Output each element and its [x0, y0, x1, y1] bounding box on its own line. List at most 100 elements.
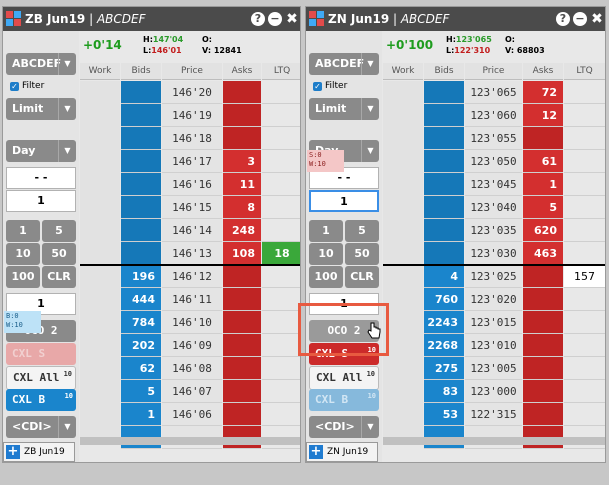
cancel-buys-button[interactable]: CXL B 10 — [309, 389, 379, 411]
ask-cell[interactable] — [523, 311, 563, 334]
price-cell[interactable]: 146'11 — [162, 288, 222, 311]
ask-cell[interactable] — [223, 311, 261, 334]
price-cell[interactable]: 146'14 — [162, 219, 222, 242]
bid-cell[interactable] — [424, 81, 464, 104]
price-cell[interactable]: 146'09 — [162, 334, 222, 357]
quantity-input[interactable]: 1 — [6, 190, 76, 212]
bid-cell[interactable]: 4 — [424, 265, 464, 288]
asks-column[interactable]: 3 11 8 248 108 — [223, 81, 261, 449]
minimize-icon[interactable]: − — [573, 12, 587, 26]
bid-cell[interactable]: 83 — [424, 380, 464, 403]
qty-100-button[interactable]: 100 — [6, 266, 40, 288]
ask-cell[interactable] — [223, 403, 261, 426]
price-cell[interactable]: 146'20 — [162, 81, 222, 104]
bid-cell[interactable] — [121, 173, 161, 196]
order-type-dropdown[interactable]: Limit ▼ — [6, 98, 76, 120]
ask-cell[interactable] — [523, 403, 563, 426]
price-cell[interactable]: 123'040 — [465, 196, 522, 219]
price-cell[interactable]: 146'18 — [162, 127, 222, 150]
ask-cell[interactable] — [523, 265, 563, 288]
price-cell[interactable]: 146'12 — [162, 265, 222, 288]
bid-cell[interactable]: 2268 — [424, 334, 464, 357]
cdi-dropdown[interactable]: <CDI> ▼ — [309, 416, 379, 438]
filter-checkbox[interactable]: ✓ — [313, 82, 322, 91]
price-cell[interactable]: 123'010 — [465, 334, 522, 357]
ask-cell[interactable] — [223, 81, 261, 104]
asks-column[interactable]: 72 12 61 1 5 620 463 — [523, 81, 563, 449]
price-cell[interactable]: 146'15 — [162, 196, 222, 219]
add-tab-icon[interactable]: + — [309, 445, 323, 459]
bid-cell[interactable]: 5 — [121, 380, 161, 403]
ask-cell[interactable] — [223, 104, 261, 127]
price-cell[interactable]: 123'030 — [465, 242, 522, 265]
bid-cell[interactable]: 760 — [424, 288, 464, 311]
ask-cell[interactable] — [223, 127, 261, 150]
qty-1-button[interactable]: 1 — [309, 220, 343, 242]
price-cell[interactable]: 146'07 — [162, 380, 222, 403]
price-input[interactable]: - - — [6, 167, 76, 189]
price-cell[interactable]: 123'020 — [465, 288, 522, 311]
qty-10-button[interactable]: 10 — [6, 243, 40, 265]
qty-5-button[interactable]: 5 — [42, 220, 76, 242]
ask-cell[interactable] — [223, 357, 261, 380]
ask-cell[interactable]: 11 — [223, 173, 261, 196]
ask-cell[interactable] — [223, 380, 261, 403]
ask-cell[interactable] — [223, 265, 261, 288]
account-dropdown[interactable]: ABCDEF ▼ — [309, 53, 379, 75]
price-cell[interactable]: 123'035 — [465, 219, 522, 242]
help-icon[interactable]: ? — [251, 12, 265, 26]
price-cell[interactable]: 123'050 — [465, 150, 522, 173]
bid-cell[interactable] — [121, 104, 161, 127]
bid-cell[interactable] — [424, 173, 464, 196]
price-cell[interactable]: 146'16 — [162, 173, 222, 196]
bid-cell[interactable] — [424, 242, 464, 265]
horizontal-scrollbar[interactable] — [80, 437, 300, 445]
bid-cell[interactable]: 444 — [121, 288, 161, 311]
price-cell[interactable]: 123'055 — [465, 127, 522, 150]
close-icon[interactable]: ✖ — [285, 10, 299, 28]
ask-cell[interactable] — [223, 288, 261, 311]
bid-cell[interactable] — [424, 219, 464, 242]
price-cell[interactable]: 122'315 — [465, 403, 522, 426]
price-cell[interactable]: 123'000 — [465, 380, 522, 403]
bid-cell[interactable]: 62 — [121, 357, 161, 380]
work-column[interactable] — [383, 81, 423, 441]
bid-cell[interactable] — [121, 219, 161, 242]
ask-cell[interactable]: 248 — [223, 219, 261, 242]
work-column[interactable] — [80, 81, 120, 441]
price-cell[interactable]: 123'045 — [465, 173, 522, 196]
title-bar[interactable]: ZN Jun19 | ABCDEF ? − ✖ — [306, 7, 605, 31]
bid-cell[interactable] — [424, 150, 464, 173]
price-cell[interactable]: 123'065 — [465, 81, 522, 104]
bids-column[interactable]: 4 760 2243 2268 275 83 53 — [424, 81, 464, 449]
ask-cell[interactable]: 8 — [223, 196, 261, 219]
title-bar[interactable]: ZB Jun19 | ABCDEF ? − ✖ — [3, 7, 300, 31]
tif-dropdown[interactable]: Day ▼ — [6, 140, 76, 162]
filter-checkbox[interactable]: ✓ — [10, 82, 19, 91]
price-cell[interactable]: 123'005 — [465, 357, 522, 380]
minimize-icon[interactable]: − — [268, 12, 282, 26]
qty-5-button[interactable]: 5 — [345, 220, 379, 242]
bid-cell[interactable]: 784 — [121, 311, 161, 334]
ask-cell[interactable] — [523, 357, 563, 380]
ask-cell[interactable] — [523, 334, 563, 357]
price-cell[interactable]: 123'025 — [465, 265, 522, 288]
qty-10-button[interactable]: 10 — [309, 243, 343, 265]
price-cell[interactable]: 146'13 — [162, 242, 222, 265]
bid-cell[interactable]: 196 — [121, 265, 161, 288]
ask-cell[interactable] — [523, 288, 563, 311]
price-cell[interactable]: 146'10 — [162, 311, 222, 334]
help-icon[interactable]: ? — [556, 12, 570, 26]
bids-column[interactable]: 196 444 784 202 62 5 1 — [121, 81, 161, 449]
close-icon[interactable]: ✖ — [590, 10, 604, 28]
ask-cell[interactable]: 108 — [223, 242, 261, 265]
price-cell[interactable]: 146'08 — [162, 357, 222, 380]
ask-cell[interactable]: 12 — [523, 104, 563, 127]
ask-cell[interactable]: 72 — [523, 81, 563, 104]
price-column[interactable]: 123'065 123'060 123'055 123'050 123'045 123'0… — [465, 81, 522, 449]
horizontal-scrollbar[interactable] — [383, 437, 605, 445]
bid-cell[interactable] — [424, 196, 464, 219]
ask-cell[interactable]: 463 — [523, 242, 563, 265]
price-cell[interactable]: 123'060 — [465, 104, 522, 127]
tab-zb-jun19[interactable]: + ZB Jun19 — [3, 442, 75, 462]
